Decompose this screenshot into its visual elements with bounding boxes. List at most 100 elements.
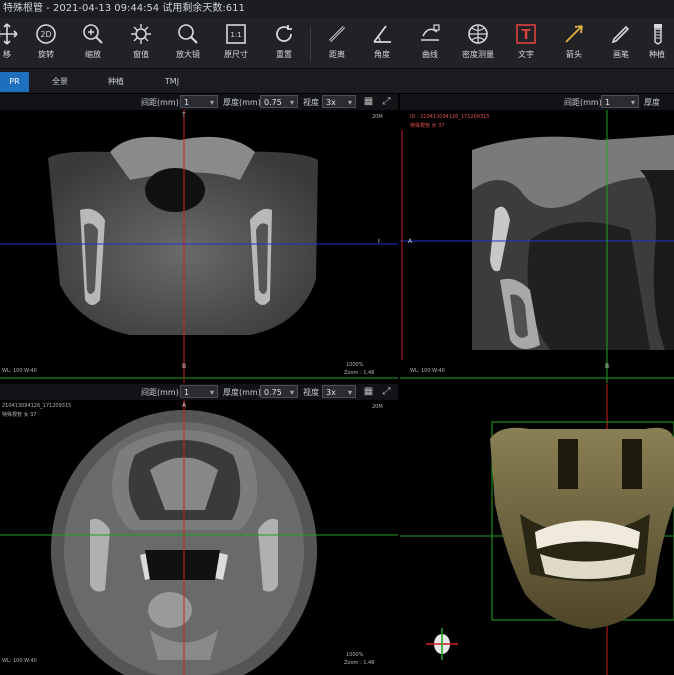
toolbar-separator [310,26,311,62]
axial-scale-text: 20M [372,404,383,410]
magnifier-button[interactable]: 放大镜 [165,22,211,60]
reset-label: 重置 [276,50,292,59]
magnifier-icon [178,24,198,44]
axial-patient: 特殊根管 女 37 [2,412,37,418]
coronal-top-marker: T [182,112,186,119]
original-size-label: 原尺寸 [224,50,248,59]
sagittal-left-marker: A [408,238,413,245]
toolbar: 移 2D 旋转 缩放 窗值 放大镜 1:1 原尺寸 重置 距离 角度 曲线 密度… [0,18,674,69]
layout-grid-icon[interactable]: ▦ [362,385,375,398]
density-icon [468,24,488,44]
view-zoom-select[interactable]: 3x [322,385,356,399]
thickness-label: 厚度 [644,98,660,107]
original-size-badge: 1:1 [230,31,241,39]
tab-tmj[interactable]: TMJ [152,72,192,92]
curve-label: 曲线 [422,50,438,59]
axial-viewport[interactable]: A 210413094126_171209315 特殊根管 女 37 20M W… [0,400,398,675]
sagittal-id: ID : 210413094126_171209315 [410,114,490,120]
angle-label: 角度 [374,50,390,59]
spacing-label: 间距(mm) [141,388,179,397]
arrow-icon [565,25,583,43]
sagittal-viewport[interactable]: ID : 210413094126_171209315 特殊根管 女 37 A … [400,110,674,383]
rotate-badge: 2D [40,30,51,39]
original-size-icon: 1:1 [226,24,246,44]
spacing-select[interactable]: 1 [180,385,218,399]
sagittal-ct-image [400,110,674,383]
rotate-2d-button[interactable]: 2D 旋转 [23,22,69,60]
thickness-select[interactable]: 0.75 [260,385,298,399]
view-zoom-label: 视度 [303,388,319,397]
sagittal-bottom-marker: B [605,363,610,370]
angle-button[interactable]: 角度 [359,22,405,60]
implant-icon [654,24,662,45]
move-icon [0,23,18,45]
sagittal-window-level: WL: 100 W:40 [410,368,445,374]
axial-zoom-readout: Zoom : 1.46 [344,660,375,666]
magnifier-label: 放大镜 [176,50,200,59]
layout-grid-icon[interactable]: ▦ [362,95,375,108]
angle-icon [373,25,391,43]
coronal-view-toolbar: 间距(mm) 1 厚度(mm) 0.75 视度 3x ▦ ⤢ [0,94,398,110]
pen-label: 画笔 [613,50,629,59]
window-level-icon [131,24,151,44]
thickness-label: 厚度(mm) [223,98,261,107]
axial-top-marker: A [182,402,187,409]
text-icon: T [516,24,536,44]
window-level-button[interactable]: 窗值 [118,22,164,60]
rotate-2d-icon: 2D [36,24,56,44]
text-label: 文字 [518,50,534,59]
sagittal-view-toolbar: 间距(mm) 1 厚度 [400,94,674,110]
text-button[interactable]: T 文字 [503,22,549,60]
tab-mpr[interactable]: PR [0,72,29,92]
axial-view-toolbar: 间距(mm) 1 厚度(mm) 0.75 视度 3x ▦ ⤢ [0,384,398,400]
expand-icon[interactable]: ⤢ [380,385,393,398]
implant-button[interactable]: 种植 [640,22,674,60]
zoom-label: 缩放 [85,50,101,59]
distance-button[interactable]: 距离 [314,22,360,60]
reset-icon [276,25,292,42]
window-title: 特殊根管 - 2021-04-13 09:44:54 试用剩余天数:611 [3,3,245,14]
curve-button[interactable]: 曲线 [407,22,453,60]
view-zoom-select[interactable]: 3x [322,95,356,109]
original-size-button[interactable]: 1:1 原尺寸 [213,22,259,60]
text-badge: T [522,28,531,43]
coronal-percent: 1000% [346,362,364,368]
thickness-label: 厚度(mm) [223,388,261,397]
tab-panorama[interactable]: 全景 [40,72,80,92]
coronal-scale-text: 20M [372,114,383,120]
zoom-icon [83,24,103,44]
axial-percent: 1000% [346,652,364,658]
sagittal-patient: 特殊根管 女 37 [410,123,445,129]
reset-button[interactable]: 重置 [261,22,307,60]
spacing-select[interactable]: 1 [180,95,218,109]
axial-window-level: WL: 100 W:40 [2,658,37,664]
view-tabs: PR 全景 种植 TMJ [0,69,674,93]
axial-ct-image [0,400,398,675]
coronal-bottom-marker: B [182,363,187,370]
pen-icon [611,25,630,44]
window-level-label: 窗值 [133,50,149,59]
expand-icon[interactable]: ⤢ [380,95,393,108]
pen-button[interactable]: 画笔 [598,22,644,60]
tab-implant[interactable]: 种植 [96,72,136,92]
coronal-zoom-readout: Zoom : 1.46 [344,370,375,376]
spacing-select[interactable]: 1 [601,95,639,109]
coronal-viewport[interactable]: T B I 20M WL: 100 W:40 1000% Zoom : 1.46 [0,110,398,383]
distance-label: 距离 [329,50,345,59]
coronal-ct-image [0,110,398,383]
implant-label: 种植 [649,50,665,59]
distance-icon [328,25,346,43]
orientation-head-icon[interactable] [422,624,462,664]
title-bar: 特殊根管 - 2021-04-13 09:44:54 试用剩余天数:611 [0,0,674,18]
zoom-button[interactable]: 缩放 [70,22,116,60]
spacing-label: 间距(mm) [564,98,602,107]
curve-icon [421,24,440,41]
rotate-label: 旋转 [38,50,54,59]
axial-id: 210413094126_171209315 [2,403,72,409]
volume-3d-viewport[interactable] [400,384,674,675]
coronal-window-level: WL: 100 W:40 [2,368,37,374]
density-button[interactable]: 密度测量 [455,22,501,60]
thickness-select[interactable]: 0.75 [260,95,298,109]
arrow-button[interactable]: 箭头 [551,22,597,60]
view-zoom-label: 视度 [303,98,319,107]
